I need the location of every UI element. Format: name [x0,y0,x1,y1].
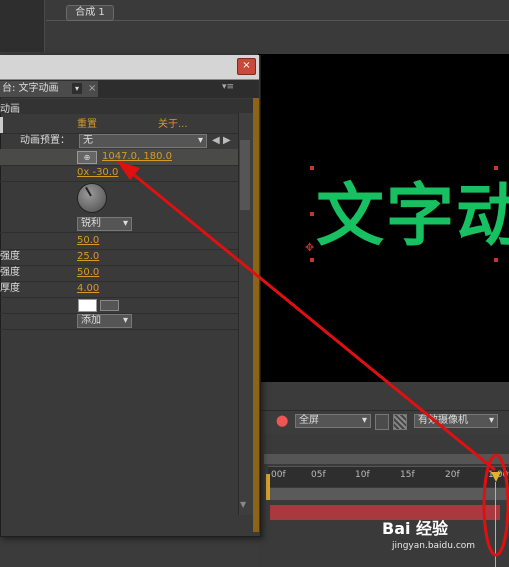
watermark-url: jingyan.baidu.com [392,541,476,551]
annotation-ellipse [482,453,509,557]
watermark-brand: Bai 经验 [382,519,449,538]
annotation-overlay [117,161,509,557]
annotation-arrow-line [127,168,496,472]
